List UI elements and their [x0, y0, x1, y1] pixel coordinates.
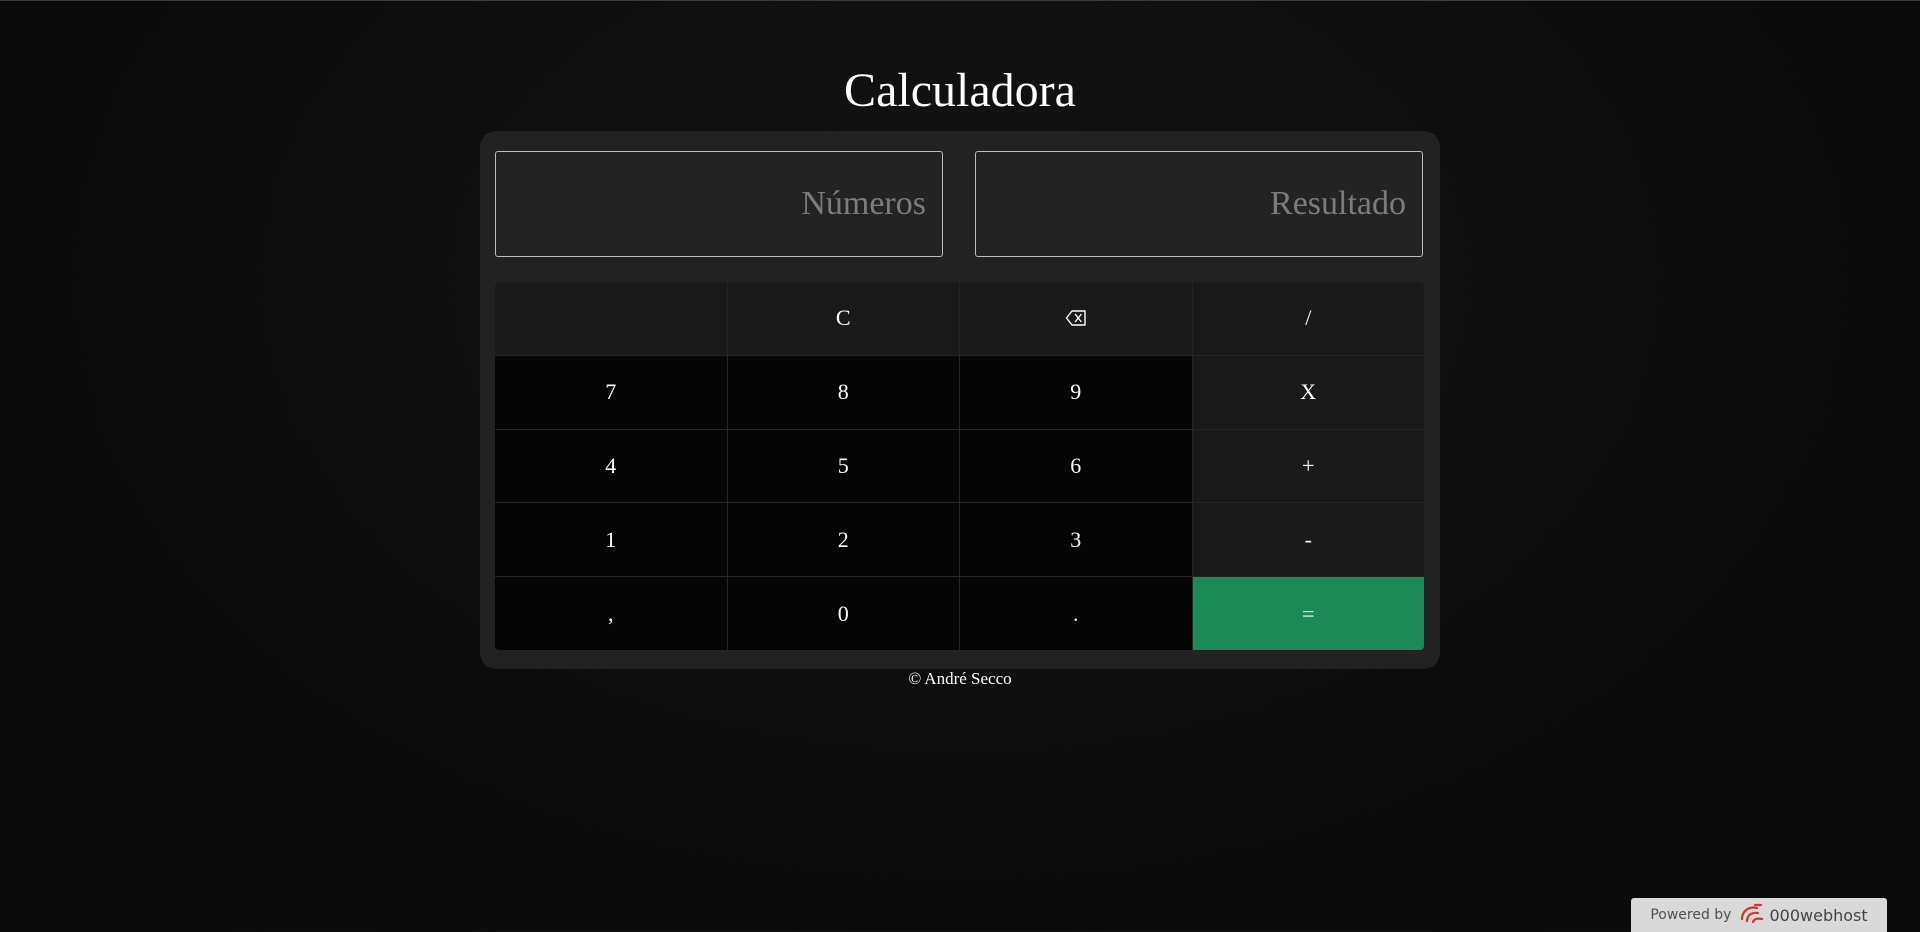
digit-4-button[interactable]: 4 — [495, 429, 727, 503]
copyright-symbol: © — [908, 669, 922, 688]
result-input[interactable] — [975, 151, 1423, 257]
digit-1-button[interactable]: 1 — [495, 503, 727, 577]
clear-button[interactable]: C — [727, 282, 959, 355]
digit-7-button[interactable]: 7 — [495, 355, 727, 429]
digit-6-button[interactable]: 6 — [960, 429, 1192, 503]
author-name: André Secco — [924, 669, 1012, 688]
plus-button[interactable]: + — [1192, 429, 1424, 503]
calculator-panel: C / 7 8 9 X 4 5 6 + 1 2 3 - , 0 . = — [480, 131, 1440, 669]
numbers-input[interactable] — [495, 151, 943, 257]
empty-key[interactable] — [495, 282, 727, 355]
page-title: Calculadora — [844, 64, 1076, 117]
digit-5-button[interactable]: 5 — [727, 429, 959, 503]
footer: © André Secco — [0, 668, 1920, 690]
equals-button[interactable]: = — [1192, 577, 1424, 650]
multiply-button[interactable]: X — [1192, 355, 1424, 429]
host-name: 000webhost — [1769, 905, 1868, 925]
hosting-badge[interactable]: Powered by 000webhost — [1631, 898, 1887, 932]
top-border — [0, 0, 1920, 1]
digit-2-button[interactable]: 2 — [727, 503, 959, 577]
digit-8-button[interactable]: 8 — [727, 355, 959, 429]
digit-9-button[interactable]: 9 — [960, 355, 1192, 429]
000webhost-logo-icon — [1739, 902, 1769, 928]
digit-0-button[interactable]: 0 — [727, 577, 959, 650]
powered-by-label: Powered by — [1650, 907, 1732, 923]
keypad: C / 7 8 9 X 4 5 6 + 1 2 3 - , 0 . = — [495, 282, 1424, 650]
backspace-icon — [1065, 309, 1087, 327]
digit-3-button[interactable]: 3 — [960, 503, 1192, 577]
minus-button[interactable]: - — [1192, 503, 1424, 577]
dot-button[interactable]: . — [960, 577, 1192, 650]
divide-button[interactable]: / — [1192, 282, 1424, 355]
backspace-button[interactable] — [960, 282, 1192, 355]
comma-button[interactable]: , — [495, 577, 727, 650]
